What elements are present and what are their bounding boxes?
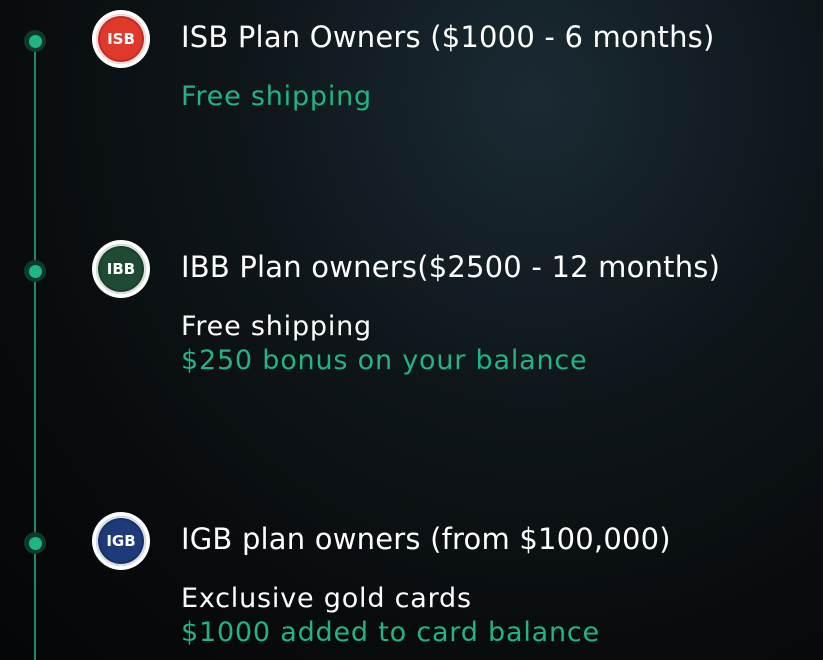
ibb-badge-icon: IBB xyxy=(92,240,150,298)
tier-title: ISB Plan Owners ($1000 - 6 months) xyxy=(181,20,715,54)
igb-badge-icon: IGB xyxy=(92,512,150,570)
isb-badge-label: ISB xyxy=(96,14,146,64)
benefit-item: Free shipping xyxy=(181,81,372,112)
benefit-list: Free shipping $250 bonus on your balance xyxy=(181,310,587,378)
benefit-item: $250 bonus on your balance xyxy=(181,345,588,376)
igb-badge-label: IGB xyxy=(96,516,146,566)
timeline-line xyxy=(34,40,36,660)
benefit-list: Free shipping xyxy=(181,80,372,114)
isb-badge-icon: ISB xyxy=(92,10,150,68)
timeline-dot xyxy=(24,260,46,282)
tier-title: IGB plan owners (from $100,000) xyxy=(181,522,671,556)
benefit-item: $1000 added to card balance xyxy=(181,617,600,648)
benefit-list: Exclusive gold cards $1000 added to card… xyxy=(181,582,600,650)
tier-title: IBB Plan owners($2500 - 12 months) xyxy=(181,250,721,284)
benefit-item: Exclusive gold cards xyxy=(181,583,472,614)
benefit-item: Free shipping xyxy=(181,311,372,342)
timeline-dot xyxy=(24,30,46,52)
ibb-badge-label: IBB xyxy=(96,244,146,294)
timeline-dot xyxy=(24,532,46,554)
